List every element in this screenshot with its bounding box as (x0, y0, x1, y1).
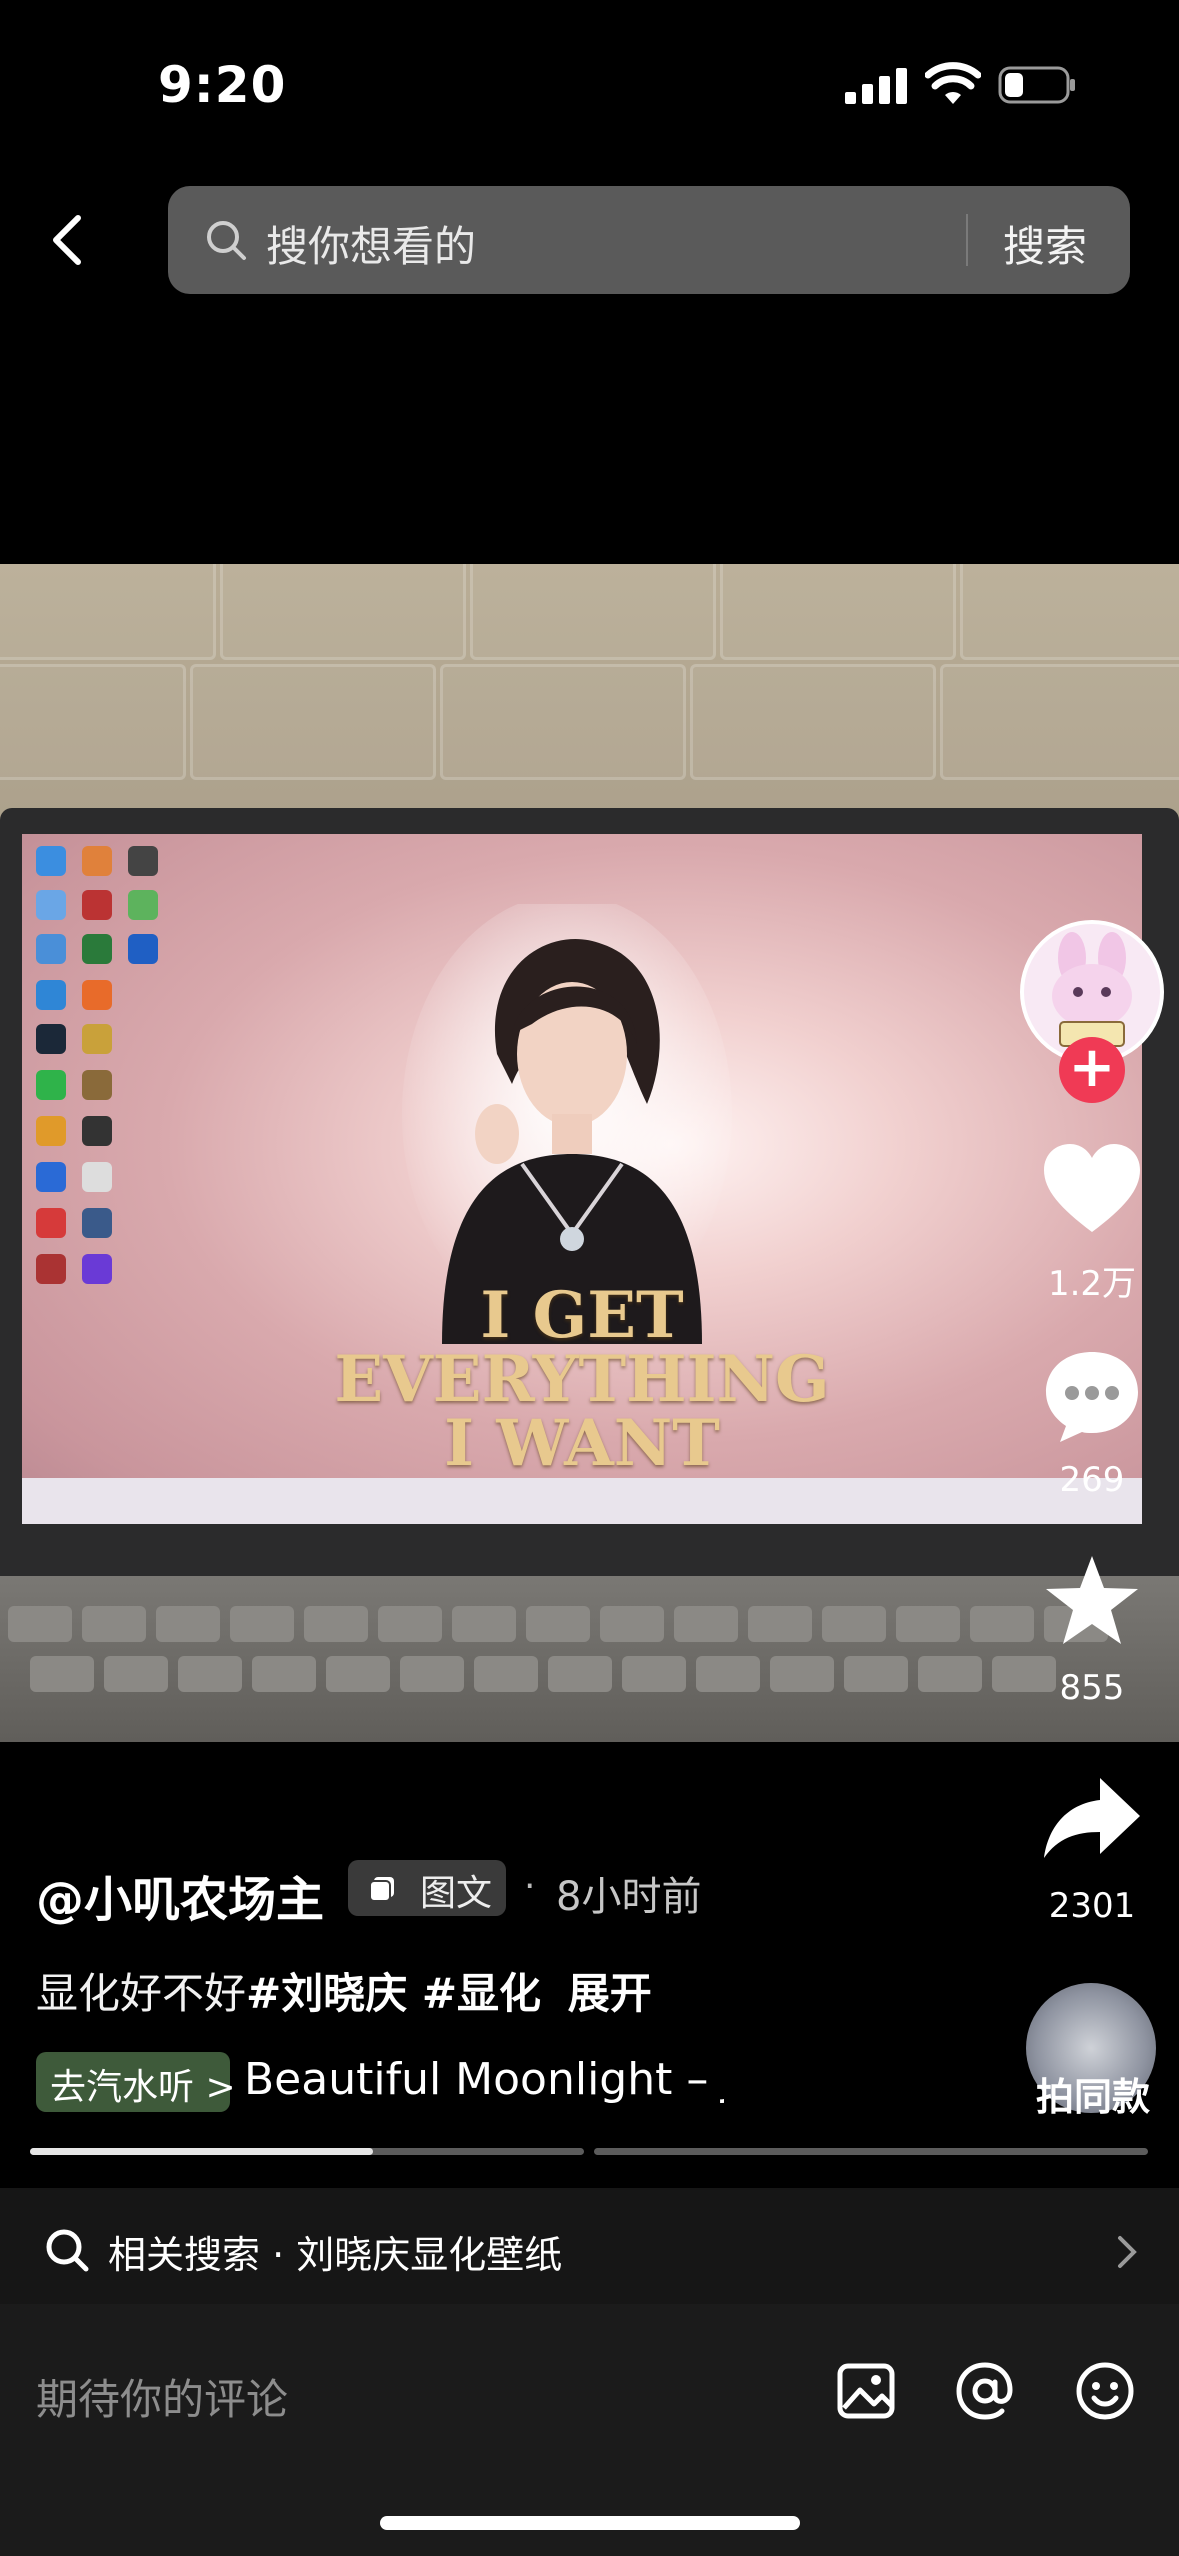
caption-expand[interactable]: 展开 (568, 1969, 652, 2018)
related-search-label[interactable]: 相关搜索 · 刘晓庆显化壁纸 (108, 2224, 562, 2279)
mention-at-icon[interactable] (954, 2360, 1016, 2422)
post-image[interactable]: I GET EVERYTHING I WANT (0, 564, 1179, 1742)
follow-button[interactable]: + (1059, 1037, 1125, 1103)
search-icon (207, 221, 246, 260)
progress-fill (30, 2148, 374, 2155)
post-type-label: 图文 (420, 1873, 493, 1914)
favorite-count: 855 (1059, 1668, 1125, 1708)
search-input[interactable]: 搜你想看的 (266, 213, 476, 274)
search-icon (46, 2229, 89, 2272)
poster-line: I GET (480, 1278, 684, 1353)
laptop-keyboard (0, 1576, 1179, 1742)
chevron-right-icon[interactable] (1112, 2232, 1142, 2272)
same-style-button[interactable]: 拍同款 (1036, 2066, 1150, 2121)
image-icon[interactable] (836, 2360, 898, 2422)
wifi-icon (925, 62, 981, 104)
emoji-icon[interactable] (1074, 2360, 1136, 2422)
desktop-taskbar (22, 1478, 1142, 1524)
caption-text: 显化好不好 (36, 1969, 247, 2018)
comment-bubble-icon[interactable] (1040, 1346, 1144, 1446)
status-time: 9:20 (158, 56, 287, 114)
home-indicator (380, 2516, 800, 2530)
favorite-star-icon[interactable] (1040, 1552, 1144, 1652)
back-chevron-icon[interactable] (40, 210, 100, 270)
music-app-label[interactable]: 去汽水听 > (50, 2058, 236, 2110)
poster-line: EVERYTHING (334, 1342, 830, 1417)
author-name[interactable]: @小叽农场主 (36, 1860, 324, 1930)
meta-separator: · (524, 1866, 536, 1907)
battery-icon (998, 66, 1075, 104)
search-divider (966, 214, 968, 266)
like-heart-icon[interactable] (1040, 1140, 1144, 1240)
comment-count: 269 (1059, 1460, 1125, 1500)
post-time: 8小时前 (556, 1874, 702, 1920)
cellular-signal-icon (845, 66, 907, 104)
music-title[interactable]: Beautiful Moonlight – J (244, 2054, 724, 2105)
laptop-screen: I GET EVERYTHING I WANT (22, 834, 1142, 1524)
like-count: 1.2万 (1047, 1264, 1137, 1304)
share-arrow-icon[interactable] (1040, 1772, 1144, 1872)
share-count: 2301 (1048, 1886, 1136, 1926)
progress-segment-2 (594, 2148, 1148, 2155)
caption-hashtags[interactable]: #刘晓庆 #显化 (246, 1969, 541, 2018)
poster-text: I GET EVERYTHING I WANT (302, 1284, 862, 1476)
poster-line: I WANT (444, 1406, 720, 1481)
comment-input[interactable]: 期待你的评论 (36, 2366, 288, 2427)
post-caption: 显化好不好#刘晓庆 #显化 展开 (36, 1960, 652, 2021)
search-button[interactable]: 搜索 (1003, 213, 1087, 274)
image-post-icon (369, 1877, 394, 1902)
